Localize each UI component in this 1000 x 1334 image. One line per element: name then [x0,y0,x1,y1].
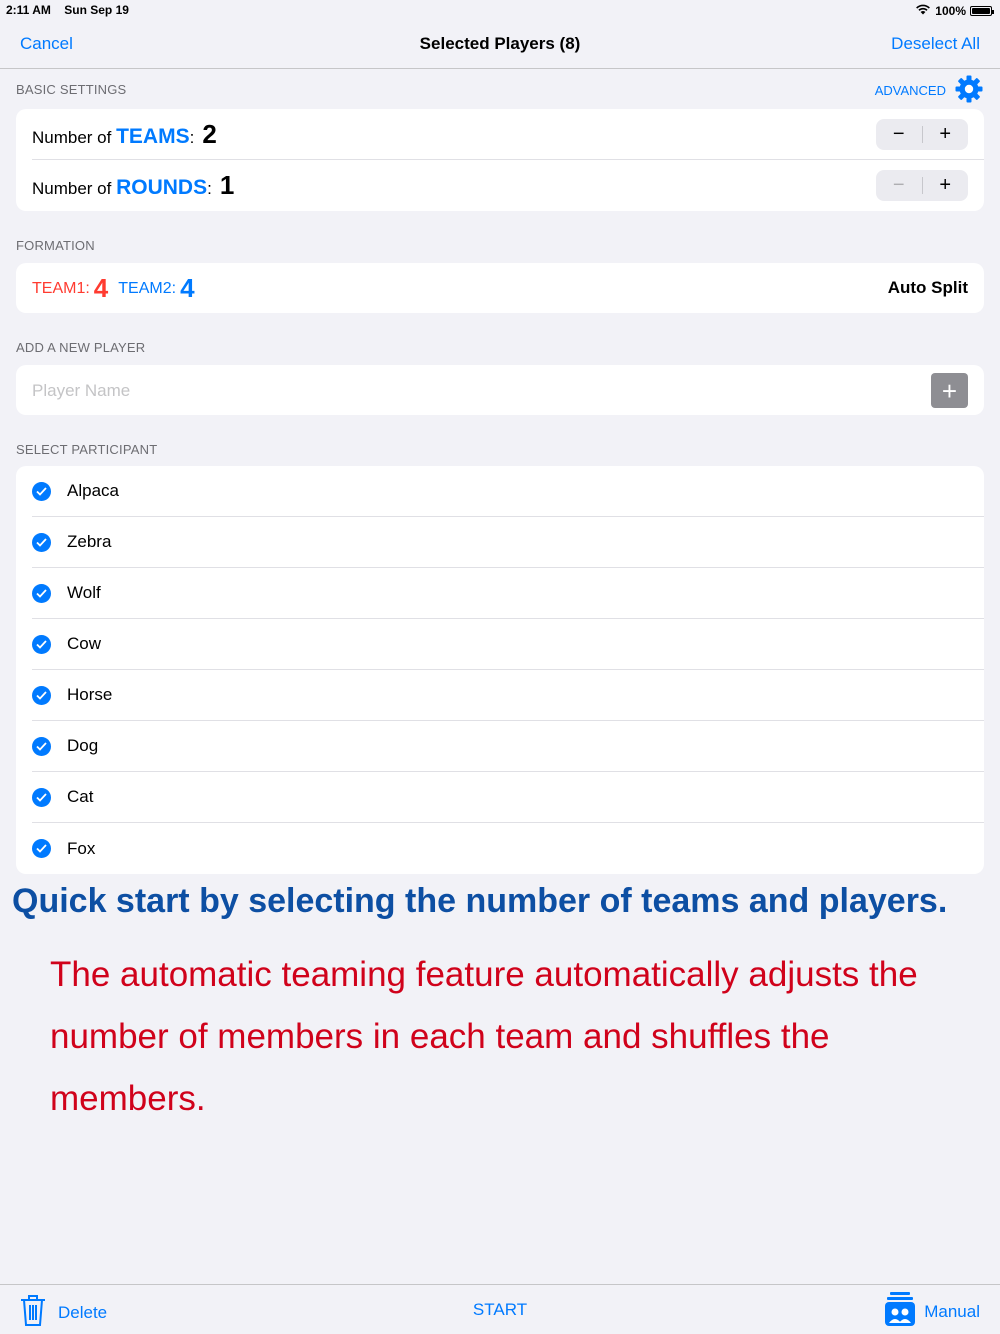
participant-name: Horse [67,685,113,704]
rounds-increment-button[interactable]: + [923,170,969,201]
promo-body: The automatic teaming feature automatica… [50,955,918,1118]
promo-title: Quick start by selecting the number of t… [12,882,948,920]
participant-name: Fox [67,838,96,858]
select-participant-header: SELECT PARTICIPANT [16,442,158,457]
rounds-decrement-button[interactable]: − [876,170,922,201]
teams-increment-button[interactable]: + [923,119,969,150]
list-item[interactable]: Dog [32,721,984,772]
checkmark-icon[interactable] [32,839,51,858]
team1-label: TEAM1: [32,279,90,297]
participant-name: Cow [67,634,102,653]
teams-decrement-button[interactable]: − [876,119,922,150]
advanced-button[interactable]: ADVANCED [875,74,984,107]
list-item[interactable]: Fox [32,823,984,874]
checkmark-icon[interactable] [32,787,51,807]
list-item[interactable]: Zebra [32,517,984,568]
list-item[interactable]: Horse [32,670,984,721]
participant-name: Zebra [67,532,112,551]
status-date: Sun Sep 19 [64,3,129,17]
advanced-label: ADVANCED [874,83,946,98]
rounds-colon: : [207,179,212,198]
manual-label: Manual [924,1301,980,1321]
team2-label: TEAM2: [118,279,177,297]
list-item[interactable]: Cat [32,772,984,823]
rounds-value: 1 [219,170,235,200]
add-player-button[interactable]: + [931,373,968,408]
list-item[interactable]: Wolf [32,568,984,619]
bottom-toolbar: Delete START Manual [0,1284,1000,1334]
gear-icon [954,74,984,107]
team2-count: 4 [180,273,195,303]
battery-icon [970,5,994,16]
checkmark-icon[interactable] [32,634,51,654]
basic-settings-header: BASIC SETTINGS [16,82,127,97]
rounds-prefix: Number of [32,179,117,198]
rounds-row: Number of ROUNDS: 1 − + [32,160,984,211]
participant-name: Dog [67,736,99,755]
formation-summary: TEAM1: 4 TEAM2: 4 [32,263,984,314]
formation-header: FORMATION [16,238,95,253]
page-title: Selected Players (8) [419,34,581,53]
checkmark-icon[interactable] [32,481,51,501]
teams-keyword: TEAMS [116,124,190,148]
checkmark-icon[interactable] [32,685,51,705]
participant-list: Alpaca Zebra Wolf Cow Horse Dog Cat Fox [16,466,984,874]
manual-button[interactable]: Manual [884,1291,980,1332]
teams-colon: : [189,127,195,147]
wifi-icon [915,3,931,18]
basic-settings-card: Number of TEAMS: 2 − + Number of ROUNDS: 1… [16,109,984,211]
participant-name: Cat [67,787,94,806]
rounds-stepper[interactable]: − + [876,170,968,201]
add-player-card: + [16,365,984,416]
teams-value: 2 [202,118,217,149]
teams-stepper[interactable]: − + [876,119,968,150]
navigation-bar: Cancel Selected Players (8) Deselect All [0,20,1000,69]
battery-percent: 100% [935,3,966,18]
auto-split-button[interactable]: Auto Split [888,278,968,298]
deselect-all-button[interactable]: Deselect All [891,34,980,54]
team-board-icon [884,1291,916,1332]
status-time: 2:11 AM [6,3,51,17]
player-name-input[interactable] [32,365,912,416]
status-bar: 2:11 AM Sun Sep 19 100% [0,0,1000,20]
add-player-header: ADD A NEW PLAYER [16,340,146,355]
rounds-keyword: ROUNDS [116,176,208,199]
participant-name: Wolf [67,583,101,602]
list-item[interactable]: Alpaca [32,466,984,517]
teams-row: Number of TEAMS: 2 − + [32,109,984,160]
checkmark-icon[interactable] [32,736,51,756]
teams-prefix: Number of [32,127,117,147]
formation-card: TEAM1: 4 TEAM2: 4 Auto Split [16,263,984,313]
checkmark-icon[interactable] [32,583,51,603]
checkmark-icon[interactable] [32,532,51,552]
list-item[interactable]: Cow [32,619,984,670]
start-button[interactable]: START [0,1300,1000,1320]
participant-name: Alpaca [67,481,119,500]
team1-count: 4 [93,273,109,303]
